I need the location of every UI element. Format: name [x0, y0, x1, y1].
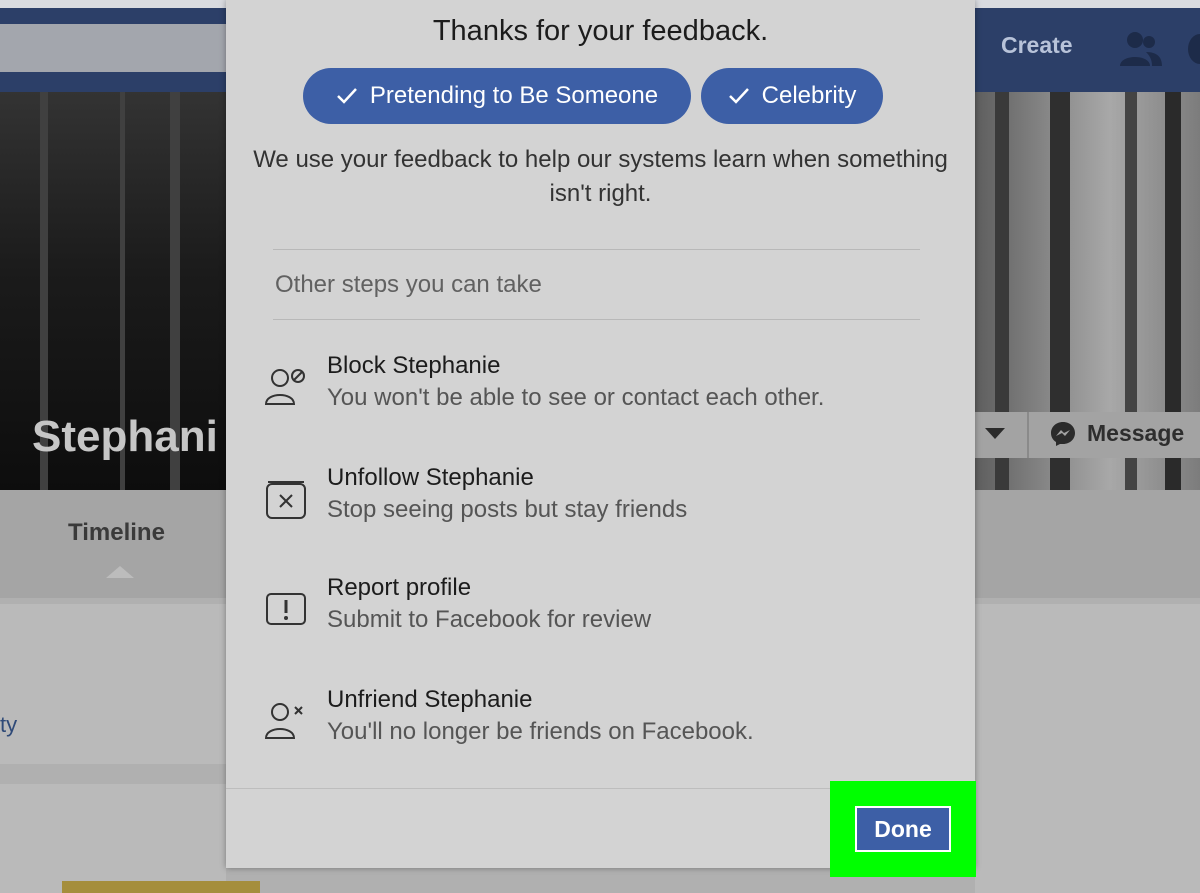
right-column-card	[975, 604, 1200, 893]
divider	[273, 319, 920, 320]
feedback-dialog: Thanks for your feedback. Pretending to …	[226, 0, 975, 868]
report-icon	[266, 593, 306, 625]
option-subtitle: Stop seeing posts but stay friends	[327, 496, 688, 523]
intro-card-link[interactable]: ty	[0, 712, 17, 738]
option-subtitle: Submit to Facebook for review	[327, 606, 652, 633]
option-title: Report profile	[327, 574, 472, 601]
divider	[273, 249, 920, 250]
tab-timeline[interactable]: Timeline	[68, 519, 165, 547]
check-icon	[337, 88, 357, 104]
chip-label: Celebrity	[761, 82, 857, 109]
unfollow-icon	[266, 481, 306, 519]
unfriend-icon	[264, 703, 303, 739]
photos-card	[0, 784, 226, 893]
action-divider	[1027, 412, 1029, 458]
create-link[interactable]: Create	[1001, 32, 1073, 59]
chip-celebrity[interactable]: Celebrity	[701, 68, 883, 124]
dialog-title: Thanks for your feedback.	[432, 15, 769, 47]
option-unfriend[interactable]: Unfriend Stephanie You'll no longer be f…	[264, 686, 944, 756]
option-title: Block Stephanie	[327, 352, 501, 379]
option-title: Unfollow Stephanie	[327, 464, 534, 491]
friends-icon[interactable]	[1118, 30, 1162, 68]
profile-name: Stephani	[32, 412, 218, 461]
intro-card	[0, 604, 226, 764]
message-button[interactable]: Message	[1087, 420, 1184, 447]
option-block[interactable]: Block Stephanie You won't be able to see…	[264, 352, 944, 422]
option-subtitle: You'll no longer be friends on Facebook.	[327, 718, 754, 745]
option-report[interactable]: Report profile Submit to Facebook for re…	[264, 574, 944, 644]
option-title: Unfriend Stephanie	[327, 686, 533, 713]
block-person-icon	[264, 369, 305, 405]
dropdown-caret-icon[interactable]	[985, 428, 1005, 439]
done-button[interactable]: Done	[855, 806, 951, 852]
chip-pretending[interactable]: Pretending to Be Someone	[303, 68, 691, 124]
option-unfollow[interactable]: Unfollow Stephanie Stop seeing posts but…	[264, 464, 944, 534]
messenger-icon	[1051, 422, 1075, 446]
section-label: Other steps you can take	[275, 271, 542, 298]
option-subtitle: You won't be able to see or contact each…	[327, 384, 825, 411]
search-bar[interactable]	[0, 24, 226, 72]
check-icon	[728, 88, 749, 104]
photo-thumbnail[interactable]	[62, 881, 260, 893]
dialog-description: We use your feedback to help our systems…	[253, 146, 948, 207]
chip-label: Pretending to Be Someone	[369, 82, 659, 109]
active-tab-caret	[106, 566, 134, 578]
